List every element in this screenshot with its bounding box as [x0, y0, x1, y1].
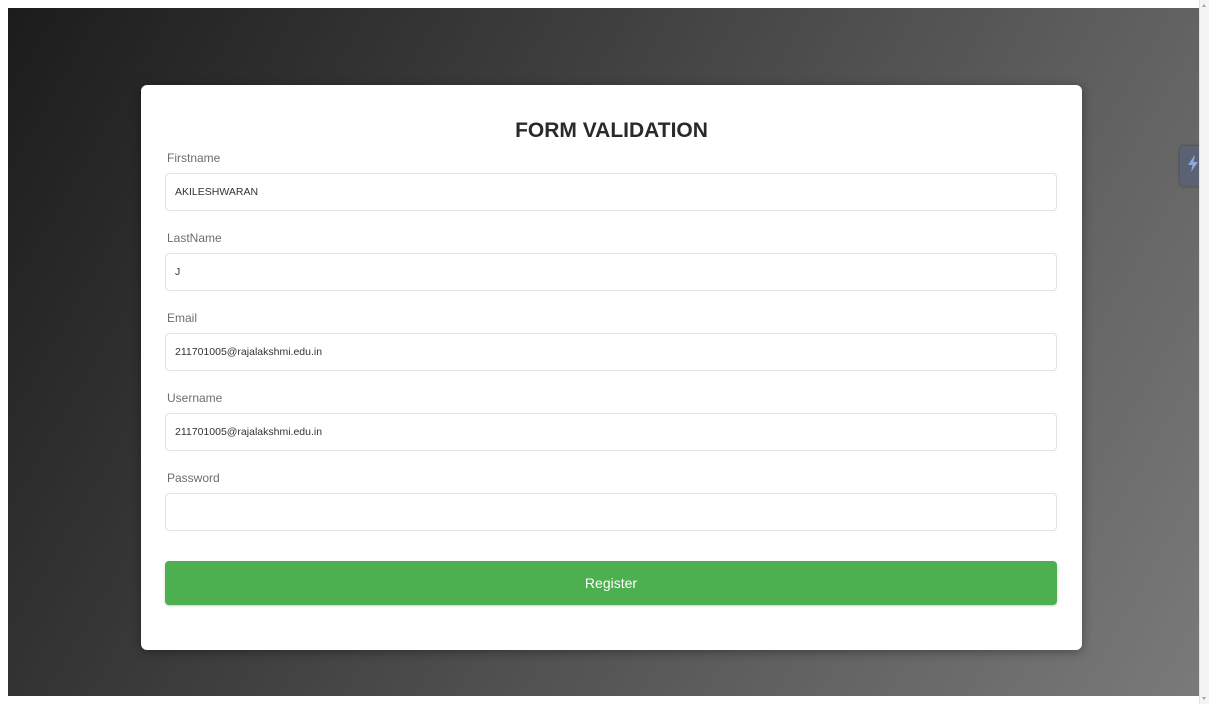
page-background: FORM VALIDATION Firstname LastName Email… [8, 8, 1200, 696]
password-input[interactable] [165, 493, 1057, 531]
username-input[interactable] [165, 413, 1057, 451]
firstname-input[interactable] [165, 173, 1057, 211]
register-button[interactable]: Register [165, 561, 1057, 605]
registration-form-card: FORM VALIDATION Firstname LastName Email… [141, 85, 1082, 650]
scroll-down-icon[interactable] [1202, 697, 1206, 700]
password-label: Password [167, 471, 220, 485]
scroll-up-icon[interactable] [1202, 4, 1206, 7]
username-label: Username [167, 391, 223, 405]
lightning-icon [1186, 155, 1200, 178]
lastname-label: LastName [167, 231, 222, 245]
firstname-label: Firstname [167, 151, 221, 165]
form-title: FORM VALIDATION [515, 119, 708, 142]
lastname-input[interactable] [165, 253, 1057, 291]
email-label: Email [167, 311, 198, 325]
page-scrollbar[interactable] [1199, 0, 1209, 704]
extension-button[interactable] [1180, 146, 1200, 186]
email-input[interactable] [165, 333, 1057, 371]
